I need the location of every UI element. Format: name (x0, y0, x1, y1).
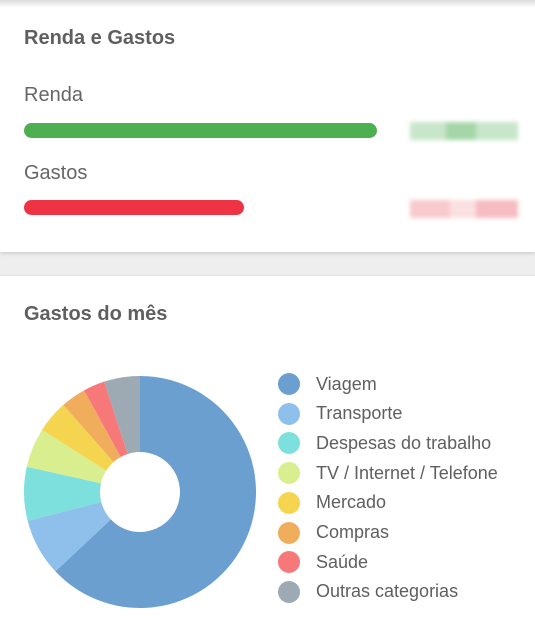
expenses-bar (24, 200, 245, 215)
legend-item[interactable]: Mercado (278, 491, 518, 515)
legend-label: Saúde (316, 551, 369, 572)
legend-label: Mercado (316, 492, 387, 513)
legend-item[interactable]: Outras categorias (278, 580, 518, 604)
legend-color-dot (278, 521, 300, 544)
legend-item[interactable]: Saúde (278, 550, 518, 574)
legend-color-dot (278, 551, 300, 574)
legend-label: Transporte (316, 403, 403, 424)
income-expenses-card: Renda e Gastos Renda Gastos (0, 0, 535, 252)
legend-color-dot (278, 462, 300, 485)
legend-label: Compras (316, 522, 390, 542)
monthly-expenses-title: Gastos do mês (24, 303, 168, 325)
legend-item[interactable]: Transporte (278, 402, 518, 426)
legend-color-dot (278, 432, 300, 455)
income-value-blurred (410, 118, 518, 144)
legend-color-dot (278, 491, 300, 514)
expenses-donut-chart (23, 376, 257, 608)
legend-color-dot (278, 580, 300, 603)
legend-item[interactable]: Compras (278, 521, 518, 545)
monthly-expenses-card: Gastos do mês Viagem Transporte Despesas d… (0, 276, 535, 640)
expenses-label: Gastos (24, 162, 88, 184)
legend-label: Outras categorias (316, 581, 459, 602)
expenses-value-blurred (410, 196, 518, 222)
legend-label: TV / Internet / Telefone (316, 462, 498, 483)
income-expenses-title: Renda e Gastos (24, 27, 176, 49)
income-bar (24, 123, 378, 138)
legend-item[interactable]: Viagem (278, 372, 518, 396)
legend-item[interactable]: Despesas do trabalho (278, 431, 518, 455)
legend-color-dot (278, 402, 300, 425)
legend-color-dot (278, 373, 300, 395)
income-label: Renda (24, 84, 83, 106)
legend-label: Despesas do trabalho (316, 432, 492, 453)
legend-label: Viagem (316, 373, 377, 394)
legend-item[interactable]: TV / Internet / Telefone (278, 461, 518, 485)
